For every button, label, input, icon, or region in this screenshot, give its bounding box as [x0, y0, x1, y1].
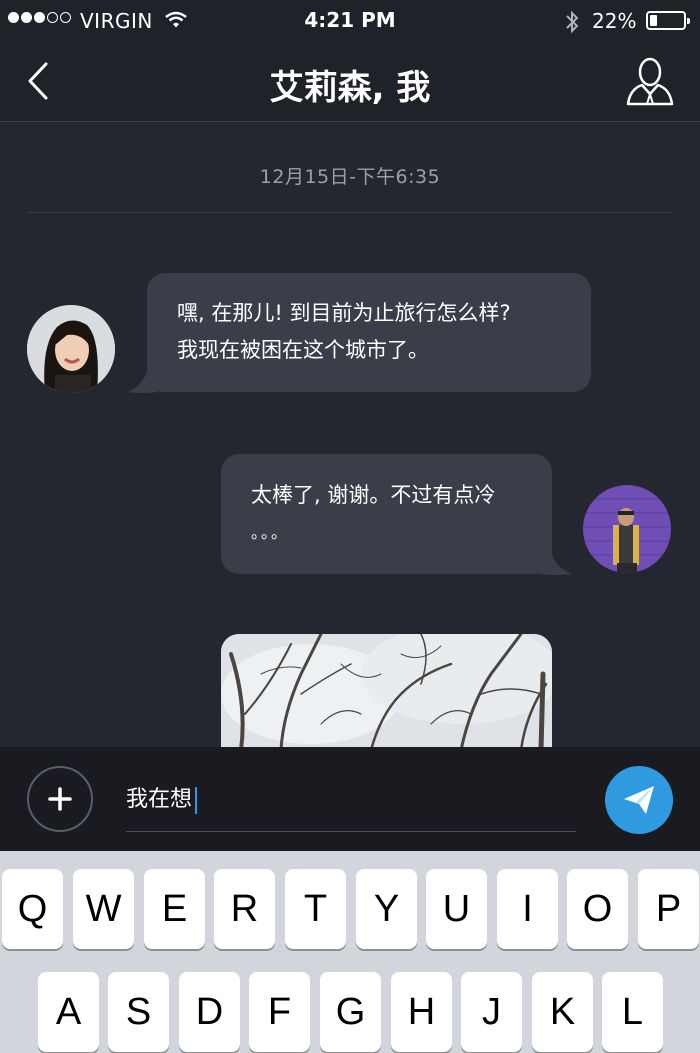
message-timestamp: 12月15日-下午6:35	[259, 166, 441, 188]
key-o[interactable]: O	[567, 869, 628, 949]
text-cursor	[195, 786, 198, 814]
message-line: 太棒了, 谢谢。不过有点冷	[251, 483, 496, 507]
message-line: 我现在被困在这个城市了。	[177, 338, 429, 362]
key-i[interactable]: I	[497, 869, 558, 949]
key-u[interactable]: U	[426, 869, 487, 949]
key-q[interactable]: Q	[2, 869, 63, 949]
plus-icon[interactable]	[27, 766, 93, 832]
battery-percentage: 22%	[592, 9, 637, 33]
message-line: 嘿, 在那儿! 到目前为止旅行怎么样?	[177, 301, 511, 325]
my-avatar[interactable]	[583, 485, 671, 573]
message-input-text: 我在想	[126, 787, 193, 812]
person-icon[interactable]	[622, 56, 678, 108]
status-bar: VIRGIN 4:21 PM 22%	[0, 0, 700, 44]
key-g[interactable]: G	[320, 972, 381, 1052]
divider	[28, 212, 672, 213]
message-input[interactable]: 我在想	[126, 783, 576, 817]
conversation-title: 艾莉森, 我	[269, 68, 431, 108]
key-e[interactable]: E	[144, 869, 205, 949]
key-y[interactable]: Y	[356, 869, 417, 949]
key-j[interactable]: J	[461, 972, 522, 1052]
bluetooth-icon	[564, 10, 580, 38]
key-s[interactable]: S	[108, 972, 169, 1052]
key-d[interactable]: D	[179, 972, 240, 1052]
key-f[interactable]: F	[249, 972, 310, 1052]
photo-message[interactable]	[221, 634, 552, 750]
contact-avatar[interactable]	[27, 305, 115, 393]
paper-plane-icon[interactable]	[605, 766, 673, 834]
key-t[interactable]: T	[285, 869, 346, 949]
message-composer: 我在想	[0, 747, 700, 851]
key-l[interactable]: L	[602, 972, 663, 1052]
message-line: 。。。	[251, 523, 290, 542]
on-screen-keyboard: Q W E R T Y U I O P A S D F G H J K L	[0, 851, 700, 1053]
outgoing-message[interactable]: 太棒了, 谢谢。不过有点冷 。。。	[221, 454, 552, 574]
key-k[interactable]: K	[532, 972, 593, 1052]
navigation-bar: 艾莉森, 我	[0, 44, 700, 122]
key-a[interactable]: A	[38, 972, 99, 1052]
key-h[interactable]: H	[391, 972, 452, 1052]
key-p[interactable]: P	[638, 869, 699, 949]
key-r[interactable]: R	[214, 869, 275, 949]
incoming-message[interactable]: 嘿, 在那儿! 到目前为止旅行怎么样? 我现在被困在这个城市了。	[147, 273, 591, 392]
battery-icon	[646, 11, 690, 30]
key-w[interactable]: W	[73, 869, 134, 949]
input-underline	[126, 831, 576, 832]
